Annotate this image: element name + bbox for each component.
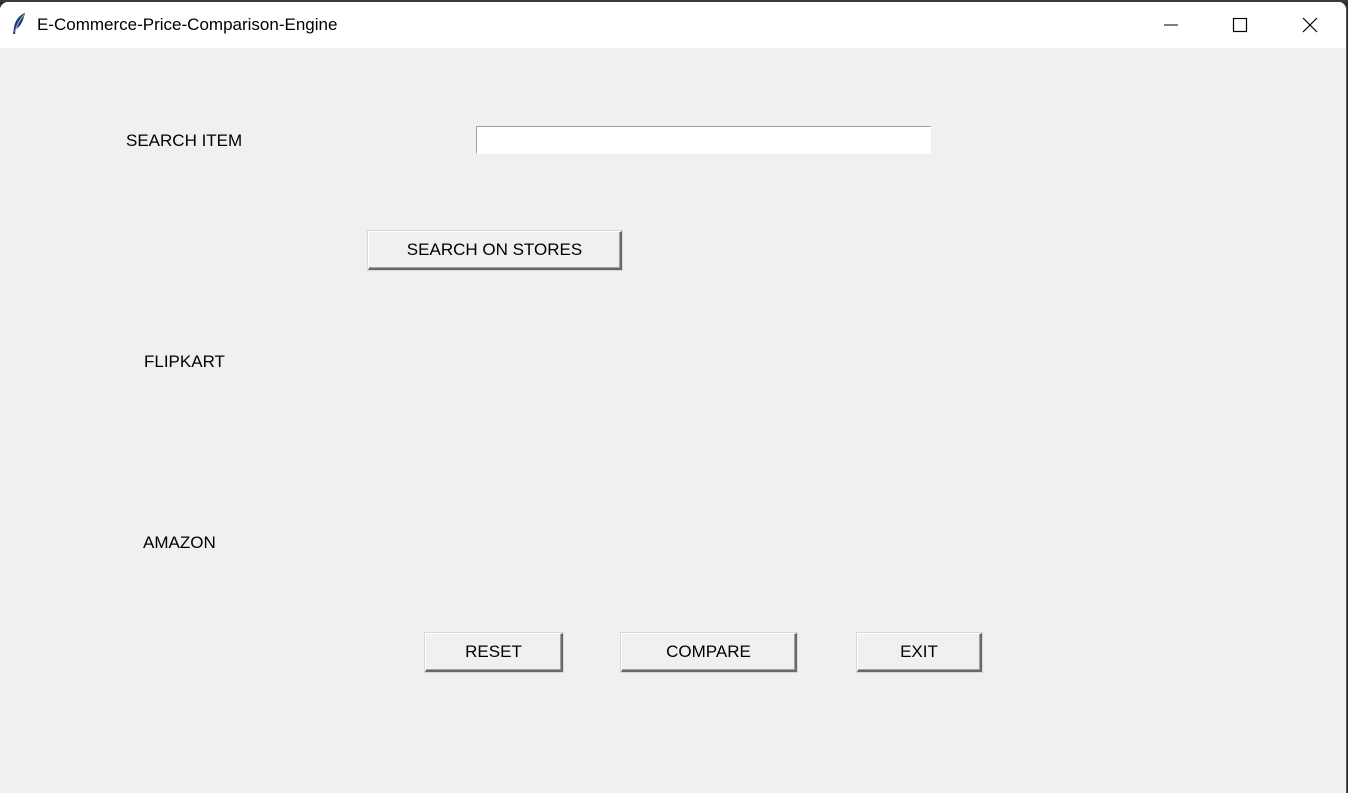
app-window: E-Commerce-Price-Comparison-Engine SEARC… — [0, 2, 1347, 793]
close-button[interactable] — [1276, 2, 1344, 48]
feather-icon — [10, 12, 28, 36]
compare-button[interactable]: COMPARE — [621, 633, 797, 672]
search-item-label: SEARCH ITEM — [126, 131, 243, 150]
exit-button[interactable]: EXIT — [857, 633, 982, 672]
window-title: E-Commerce-Price-Comparison-Engine — [37, 15, 338, 34]
close-icon — [1302, 17, 1318, 33]
amazon-label: AMAZON — [143, 533, 216, 552]
maximize-icon — [1232, 17, 1248, 33]
search-input[interactable] — [476, 126, 931, 154]
minimize-icon — [1163, 17, 1179, 33]
reset-button[interactable]: RESET — [425, 633, 563, 672]
maximize-button[interactable] — [1206, 2, 1274, 48]
title-bar[interactable]: E-Commerce-Price-Comparison-Engine — [0, 2, 1346, 48]
minimize-button[interactable] — [1137, 2, 1205, 48]
flipkart-label: FLIPKART — [144, 352, 225, 371]
search-on-stores-button[interactable]: SEARCH ON STORES — [368, 231, 622, 270]
